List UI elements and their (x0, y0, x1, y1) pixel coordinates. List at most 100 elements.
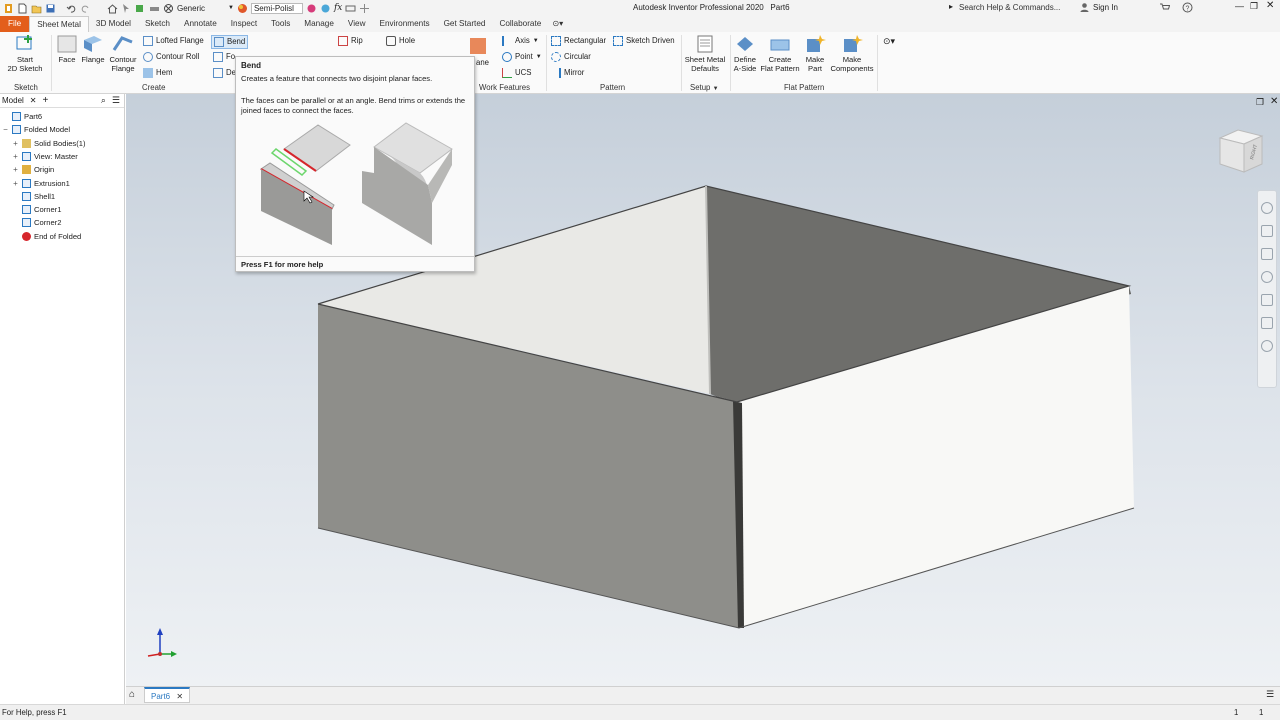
bend-button[interactable]: Bend (211, 35, 249, 49)
ribbon-overflow-icon[interactable]: ⊙▾ (883, 36, 895, 47)
viewport-close-icon[interactable]: ✕ (1270, 96, 1278, 107)
tree-item[interactable]: Corner2 (12, 216, 61, 229)
flange-button[interactable]: Flange (80, 34, 106, 64)
expand-icon[interactable]: + (12, 139, 19, 148)
ribbon-options-icon[interactable]: ⊙▾ (548, 16, 567, 32)
search-icon[interactable]: ⌕ (101, 95, 106, 106)
close-icon[interactable]: ✕ (176, 692, 183, 701)
tree-item[interactable]: Corner1 (12, 203, 61, 216)
contour-flange-button[interactable]: Contour Flange (107, 34, 139, 73)
contour-roll-button[interactable]: Contour Roll (143, 52, 199, 62)
tab-view[interactable]: View (341, 16, 373, 32)
orbit-icon[interactable] (1261, 271, 1273, 283)
point-button[interactable]: Point ▼ (502, 52, 542, 62)
open-icon[interactable] (31, 3, 42, 14)
tab-inspect[interactable]: Inspect (224, 16, 264, 32)
home-icon[interactable] (107, 3, 118, 14)
hem-button[interactable]: Hem (143, 68, 172, 78)
expand-icon[interactable]: − (2, 125, 9, 134)
tab-3d-model[interactable]: 3D Model (89, 16, 138, 32)
create-flat-pattern-button[interactable]: Create Flat Pattern (759, 34, 801, 73)
make-components-button[interactable]: Make Components (829, 34, 875, 73)
cart-icon[interactable] (1159, 2, 1170, 13)
clear-icon[interactable] (320, 3, 331, 14)
dropdown-arrow-icon[interactable]: ▼ (533, 36, 539, 46)
select-icon[interactable] (121, 3, 132, 14)
sketch-driven-pattern-button[interactable]: Sketch Driven (613, 36, 675, 46)
measure-icon[interactable] (345, 3, 356, 14)
home-tab-icon[interactable]: ⌂ (129, 689, 135, 700)
tree-item[interactable]: + View: Master (12, 150, 78, 163)
tree-item[interactable]: End of Folded (12, 230, 81, 243)
tree-item[interactable]: − Folded Model (2, 123, 70, 136)
tab-file[interactable]: File (0, 16, 30, 32)
undo-icon[interactable] (66, 3, 77, 14)
mirror-button[interactable]: Mirror (551, 68, 584, 78)
sign-in-button[interactable]: Sign In (1093, 3, 1118, 12)
add-tab-icon[interactable]: + (43, 95, 49, 106)
tree-item[interactable]: + Solid Bodies(1) (12, 137, 86, 150)
plane-icon[interactable] (470, 38, 486, 54)
expand-icon[interactable]: + (12, 152, 19, 161)
face-button[interactable]: Face (55, 34, 79, 64)
dropdown-arrow-icon[interactable]: ▼ (228, 5, 234, 11)
menu-icon[interactable]: ☰ (112, 95, 120, 106)
help-icon[interactable]: ? (1182, 2, 1193, 13)
view-face-icon[interactable] (1261, 317, 1273, 329)
close-icon[interactable]: ✕ (1266, 0, 1274, 11)
tab-sheet-metal[interactable]: Sheet Metal (29, 16, 89, 32)
adjust-icon[interactable] (306, 3, 317, 14)
document-tab[interactable]: Part6 ✕ (144, 687, 191, 703)
inventor-logo-icon[interactable] (3, 3, 14, 14)
tree-item[interactable]: + Extrusion1 (12, 177, 70, 190)
tab-tools[interactable]: Tools (264, 16, 297, 32)
update-icon[interactable] (135, 3, 146, 14)
lofted-flange-button[interactable]: Lofted Flange (143, 36, 204, 46)
search-input[interactable]: Search Help & Commands... (959, 3, 1075, 12)
unfold-button[interactable]: De (213, 68, 236, 78)
print-icon[interactable] (149, 3, 160, 14)
close-icon[interactable]: ✕ (30, 96, 37, 105)
material-select[interactable]: Generic (177, 4, 229, 13)
tree-item[interactable]: + Origin (12, 163, 54, 176)
viewport-restore-icon[interactable]: ❐ (1256, 97, 1264, 108)
tab-manage[interactable]: Manage (297, 16, 341, 32)
tab-sketch[interactable]: Sketch (138, 16, 177, 32)
sheet-metal-defaults-button[interactable]: Sheet Metal Defaults (683, 34, 727, 73)
fx-icon[interactable]: fx (334, 3, 342, 13)
view-cube[interactable]: RIGHT (1216, 128, 1266, 174)
make-part-button[interactable]: Make Part (802, 34, 828, 73)
search-arrow-icon[interactable]: ▸ (949, 2, 953, 11)
define-a-side-button[interactable]: Define A-Side (731, 34, 759, 73)
group-label-setup[interactable]: Setup ▼ (690, 83, 719, 92)
tab-environments[interactable]: Environments (373, 16, 437, 32)
ipart-icon[interactable] (359, 3, 370, 14)
appearance-select[interactable]: Semi-Polisl (250, 2, 303, 14)
minimize-icon[interactable]: — (1235, 1, 1244, 11)
axis-button[interactable]: Axis ▼ (502, 36, 539, 46)
tab-get-started[interactable]: Get Started (437, 16, 493, 32)
ucs-button[interactable]: UCS (502, 68, 531, 78)
redo-icon[interactable] (80, 3, 91, 14)
tab-collaborate[interactable]: Collaborate (492, 16, 548, 32)
expand-icon[interactable]: + (12, 165, 19, 174)
circular-pattern-button[interactable]: Circular (551, 52, 591, 62)
tab-annotate[interactable]: Annotate (177, 16, 224, 32)
tree-item[interactable]: Shell1 (12, 190, 55, 203)
new-icon[interactable] (17, 3, 28, 14)
restore-icon[interactable]: ❐ (1250, 1, 1258, 12)
rectangular-pattern-button[interactable]: Rectangular (551, 36, 606, 46)
look-at-icon[interactable] (1261, 294, 1273, 306)
tab-list-icon[interactable]: ☰ (1266, 689, 1274, 700)
save-icon[interactable] (45, 3, 56, 14)
browser-tab-model[interactable]: Model (2, 96, 24, 105)
hole-button[interactable]: Hole (386, 36, 415, 46)
pan-icon[interactable] (1261, 225, 1273, 237)
tree-item[interactable]: Part6 (2, 110, 42, 123)
start-2d-sketch-button[interactable]: Start 2D Sketch (5, 34, 45, 73)
steering-wheel-icon[interactable] (1261, 202, 1273, 214)
fold-button[interactable]: Fo (213, 52, 235, 62)
dropdown-arrow-icon[interactable]: ▼ (536, 52, 542, 62)
expand-icon[interactable]: + (12, 179, 19, 188)
rip-button[interactable]: Rip (338, 36, 363, 46)
